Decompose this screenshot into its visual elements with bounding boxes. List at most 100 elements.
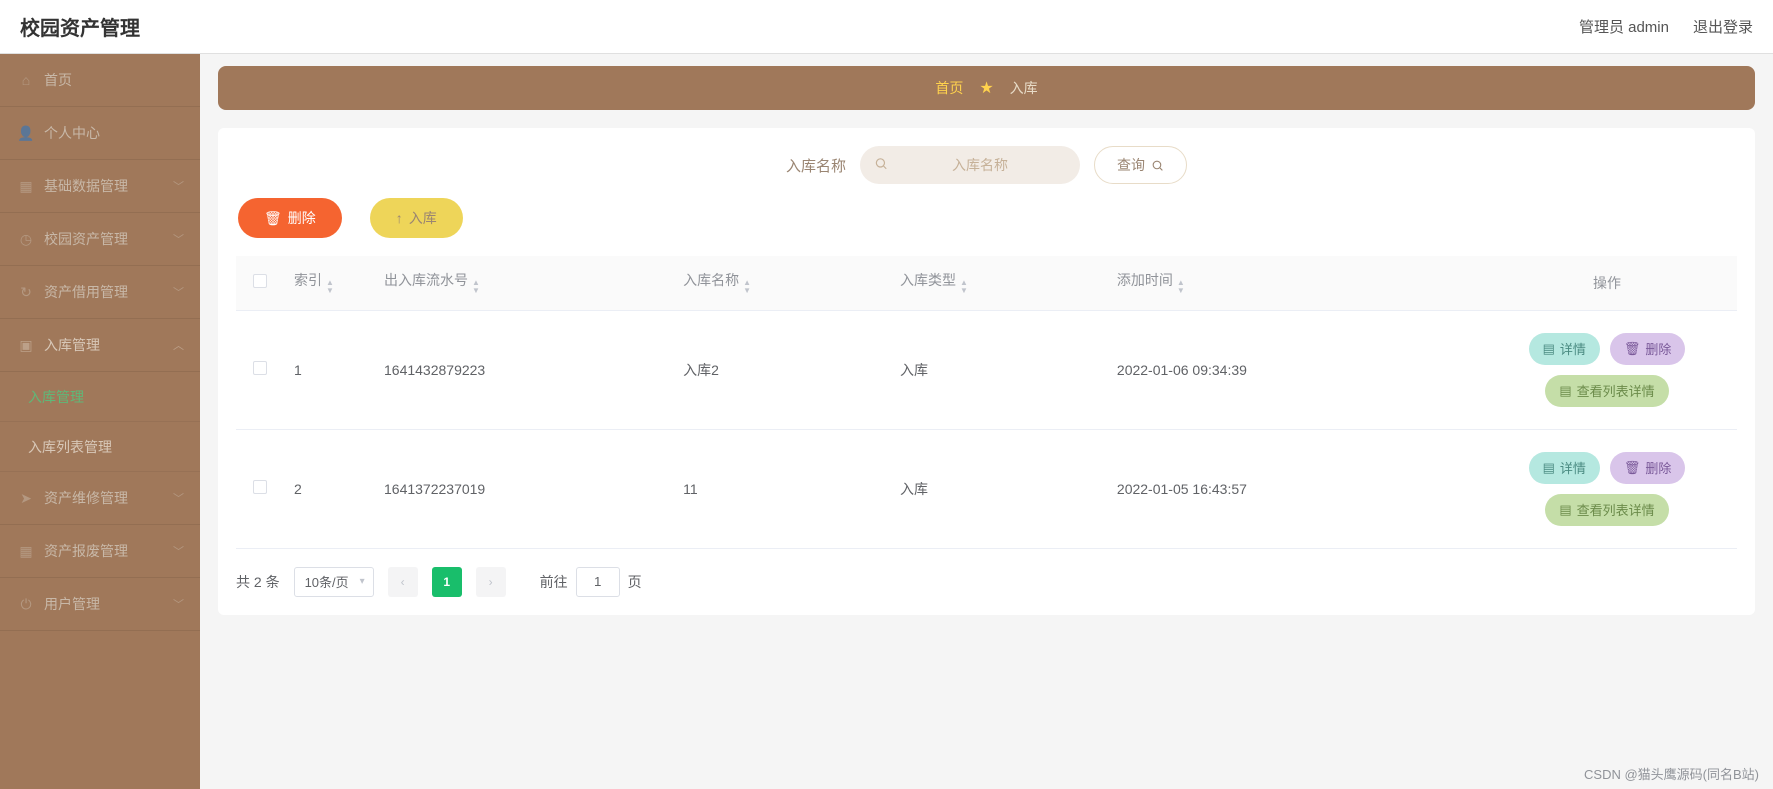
header-right: 管理员 admin 退出登录 (1579, 16, 1753, 37)
sidebar-subitem-instock-mgmt[interactable]: 入库管理 (0, 372, 200, 422)
sort-icon: ▲▼ (472, 279, 480, 295)
send-icon: ➤ (18, 490, 34, 506)
cell-index: 1 (284, 310, 374, 429)
page-number-button[interactable]: 1 (432, 567, 462, 597)
sidebar-item-profile[interactable]: 👤 个人中心 (0, 107, 200, 160)
sort-icon: ▲▼ (326, 279, 334, 295)
breadcrumb-home[interactable]: 首页 (935, 78, 963, 98)
user-label[interactable]: 管理员 admin (1579, 16, 1669, 37)
list-icon: ▤ (1543, 341, 1555, 357)
app-title: 校园资产管理 (20, 12, 140, 41)
col-serial[interactable]: 出入库流水号▲▼ (374, 256, 673, 310)
col-type[interactable]: 入库类型▲▼ (890, 256, 1107, 310)
sort-icon: ▲▼ (1177, 279, 1185, 295)
sidebar-item-users[interactable]: ⏻ 用户管理 ﹀ (0, 578, 200, 631)
sidebar-item-borrow[interactable]: ↻ 资产借用管理 ﹀ (0, 266, 200, 319)
query-button[interactable]: 查询 (1094, 146, 1187, 184)
trash-icon: 🗑 (1624, 460, 1641, 476)
chevron-up-icon: ︿ (173, 337, 184, 353)
main-content: 首页 ★ 入库 入库名称 查询 🗑 (200, 54, 1773, 789)
page-jump: 前往 页 (540, 567, 642, 597)
cell-name: 11 (673, 429, 890, 548)
row-checkbox[interactable] (253, 480, 267, 494)
table-row: 1 1641432879223 入库2 入库 2022-01-06 09:34:… (236, 310, 1737, 429)
page-prev-button[interactable]: ‹ (388, 567, 418, 597)
pagination-total: 共 2 条 (236, 572, 280, 592)
chevron-down-icon: ﹀ (173, 284, 184, 300)
sidebar-item-repair[interactable]: ➤ 资产维修管理 ﹀ (0, 472, 200, 525)
row-list-detail-button[interactable]: ▤ 查看列表详情 (1545, 375, 1668, 407)
row-delete-button[interactable]: 🗑 删除 (1610, 452, 1686, 484)
sidebar: ⌂ 首页 👤 个人中心 ▦ 基础数据管理 ﹀ ◷ 校园资产管理 ﹀ ↻ 资产借用… (0, 54, 200, 789)
power-icon: ⏻ (18, 596, 34, 612)
row-detail-button[interactable]: ▤ 详情 (1529, 333, 1600, 365)
search-input[interactable] (860, 146, 1080, 184)
cell-time: 2022-01-05 16:43:57 (1107, 429, 1477, 548)
sidebar-item-label: 资产借用管理 (44, 282, 128, 302)
sidebar-subitem-label: 入库管理 (28, 387, 84, 407)
select-all-checkbox[interactable] (253, 274, 267, 288)
loop-icon: ↻ (18, 284, 34, 300)
data-table: 索引▲▼ 出入库流水号▲▼ 入库名称▲▼ 入库类型▲▼ 添加时间▲▼ 操作 1 … (236, 256, 1737, 549)
content-card: 入库名称 查询 🗑 删除 ↑ (218, 128, 1755, 615)
row-delete-button[interactable]: 🗑 删除 (1610, 333, 1686, 365)
cell-serial: 1641432879223 (374, 310, 673, 429)
trash-icon: 🗑 (1624, 341, 1641, 357)
list-icon: ▤ (1543, 460, 1555, 476)
sidebar-subitem-instock-list[interactable]: 入库列表管理 (0, 422, 200, 472)
chevron-down-icon: ﹀ (173, 490, 184, 506)
grid-icon: ▦ (18, 178, 34, 194)
table-row: 2 1641372237019 11 入库 2022-01-05 16:43:5… (236, 429, 1737, 548)
sidebar-item-label: 用户管理 (44, 594, 100, 614)
cell-name: 入库2 (673, 310, 890, 429)
sort-icon: ▲▼ (743, 279, 751, 295)
row-actions: ▤ 详情 🗑 删除 ▤ 查看列表详情 (1497, 452, 1717, 526)
row-checkbox[interactable] (253, 361, 267, 375)
user-icon: 👤 (18, 125, 34, 141)
sidebar-item-label: 基础数据管理 (44, 176, 128, 196)
cell-type: 入库 (890, 429, 1107, 548)
folder-icon: ▣ (18, 337, 34, 353)
sidebar-item-instock[interactable]: ▣ 入库管理 ︿ (0, 319, 200, 372)
cell-time: 2022-01-06 09:34:39 (1107, 310, 1477, 429)
sidebar-item-asset[interactable]: ◷ 校园资产管理 ﹀ (0, 213, 200, 266)
page-next-button[interactable]: › (476, 567, 506, 597)
sidebar-item-home[interactable]: ⌂ 首页 (0, 54, 200, 107)
page-size-select[interactable]: 10条/页 (294, 567, 374, 597)
query-button-label: 查询 (1117, 155, 1145, 175)
breadcrumb: 首页 ★ 入库 (218, 66, 1755, 110)
chevron-down-icon: ﹀ (173, 596, 184, 612)
sidebar-subitem-label: 入库列表管理 (28, 437, 112, 457)
trash-icon: 🗑 (264, 210, 282, 227)
sidebar-item-label: 入库管理 (44, 335, 100, 355)
row-detail-button[interactable]: ▤ 详情 (1529, 452, 1600, 484)
page-jump-input[interactable] (576, 567, 620, 597)
logout-link[interactable]: 退出登录 (1693, 16, 1753, 37)
row-actions: ▤ 详情 🗑 删除 ▤ 查看列表详情 (1497, 333, 1717, 407)
search-icon (874, 157, 888, 174)
add-instock-button[interactable]: ↑ 入库 (370, 198, 463, 238)
cell-serial: 1641372237019 (374, 429, 673, 548)
sidebar-item-label: 校园资产管理 (44, 229, 128, 249)
list-icon: ▤ (1559, 502, 1571, 518)
chevron-down-icon: ﹀ (173, 178, 184, 194)
sidebar-item-basedata[interactable]: ▦ 基础数据管理 ﹀ (0, 160, 200, 213)
home-icon: ⌂ (18, 72, 34, 88)
row-list-detail-button[interactable]: ▤ 查看列表详情 (1545, 494, 1668, 526)
col-time[interactable]: 添加时间▲▼ (1107, 256, 1477, 310)
bulk-delete-button[interactable]: 🗑 删除 (238, 198, 342, 238)
col-action: 操作 (1477, 256, 1737, 310)
bulk-delete-label: 删除 (288, 208, 316, 228)
col-name[interactable]: 入库名称▲▼ (673, 256, 890, 310)
sidebar-item-scrap[interactable]: ▦ 资产报废管理 ﹀ (0, 525, 200, 578)
chevron-down-icon: ﹀ (173, 231, 184, 247)
search-icon (1151, 159, 1164, 172)
col-checkbox (236, 256, 284, 310)
clock-icon: ◷ (18, 231, 34, 247)
star-icon: ★ (979, 78, 993, 98)
cell-type: 入库 (890, 310, 1107, 429)
col-index[interactable]: 索引▲▼ (284, 256, 374, 310)
cell-index: 2 (284, 429, 374, 548)
chevron-down-icon: ﹀ (173, 543, 184, 559)
footer-watermark: CSDN @猫头鹰源码(同名B站) (1584, 764, 1759, 783)
